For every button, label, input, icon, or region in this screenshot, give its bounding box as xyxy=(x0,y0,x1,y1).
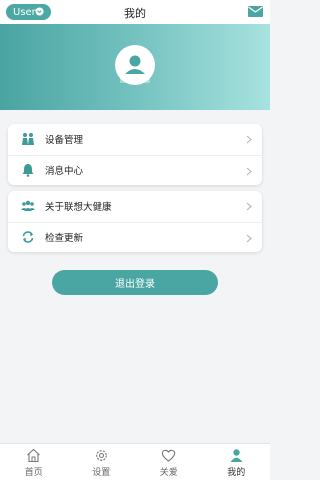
tab-label: 我的 xyxy=(227,468,246,478)
tab-care[interactable]: 关爱 xyxy=(135,444,203,480)
bottom-tab-bar: 首页 设置 关爱 我的 xyxy=(0,443,270,480)
chevron-right-icon xyxy=(246,135,252,144)
person-icon xyxy=(125,55,145,74)
gear-icon xyxy=(95,450,107,461)
chevron-right-icon xyxy=(246,234,252,242)
person-icon xyxy=(230,449,243,462)
menu-item-label: 设备管理 xyxy=(45,135,84,147)
menu-item-check-update[interactable]: 检查更新 xyxy=(8,221,262,253)
tab-label: 设置 xyxy=(92,468,111,478)
bell-icon xyxy=(21,163,35,178)
tab-label: 首页 xyxy=(24,468,43,478)
chevron-right-icon xyxy=(246,202,252,211)
logout-button[interactable]: 退出登录 xyxy=(52,270,218,295)
top-bar: User 我的 xyxy=(0,0,270,24)
devices-icon xyxy=(21,132,35,146)
heart-icon xyxy=(162,449,176,462)
menu-item-label: 关于联想大健康 xyxy=(45,202,112,214)
avatar[interactable] xyxy=(115,45,155,85)
menu-item-message-center[interactable]: 消息中心 xyxy=(8,154,262,186)
home-icon xyxy=(27,448,41,463)
mail-icon[interactable] xyxy=(248,6,263,17)
page-title: 我的 xyxy=(124,7,146,20)
people-icon xyxy=(21,199,35,213)
menu-item-about[interactable]: 关于联想大健康 xyxy=(8,191,262,222)
chevron-right-icon xyxy=(246,167,252,175)
menu-item-label: 消息中心 xyxy=(45,166,84,178)
refresh-icon xyxy=(21,230,35,244)
tab-mine[interactable]: 我的 xyxy=(203,444,271,480)
tab-home[interactable]: 首页 xyxy=(0,444,68,480)
menu-card-devices: 设备管理 消息中心 xyxy=(8,124,262,185)
menu-item-device-management[interactable]: 设备管理 xyxy=(8,124,262,155)
tab-settings[interactable]: 设置 xyxy=(68,444,136,480)
menu-card-about: 关于联想大健康 检查更新 xyxy=(8,191,262,252)
menu-item-label: 检查更新 xyxy=(45,233,84,245)
tab-label: 关爱 xyxy=(159,468,178,478)
